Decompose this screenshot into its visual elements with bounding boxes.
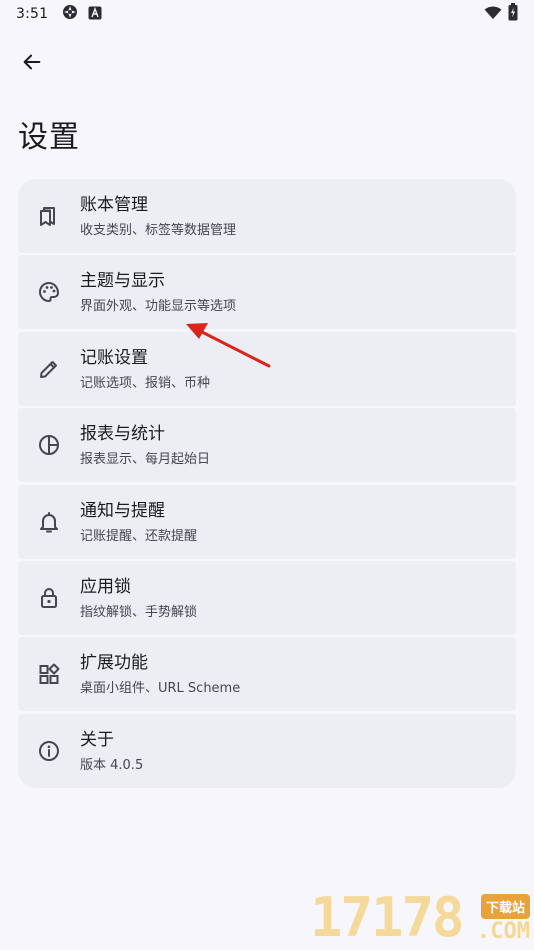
settings-item-title: 关于 (80, 729, 114, 750)
bell-icon (37, 510, 61, 534)
status-system-icons (484, 3, 518, 25)
settings-item-title: 扩展功能 (80, 653, 148, 674)
page-title: 设置 (18, 120, 80, 155)
arrow-back-icon (21, 51, 43, 77)
widgets-icon (37, 662, 61, 686)
settings-item-ledger[interactable]: 账本管理 收支类别、标签等数据管理 (18, 179, 516, 253)
lock-icon (37, 586, 61, 610)
info-icon (37, 739, 61, 763)
settings-item-title: 主题与显示 (80, 271, 165, 292)
settings-item-title: 账本管理 (80, 195, 148, 215)
palette-icon (37, 280, 61, 304)
pie-chart-icon (37, 433, 61, 457)
wifi-icon (484, 5, 502, 24)
settings-item-subtitle: 收支类别、标签等数据管理 (80, 223, 237, 238)
watermark-digits: 17178 (310, 886, 465, 949)
app-notification-icon (62, 4, 78, 24)
settings-item-subtitle: 记账选项、报销、币种 (80, 375, 211, 391)
watermark-suffix: .COM (477, 919, 530, 944)
settings-item-about[interactable]: 关于 版本 4.0.5 (18, 713, 516, 788)
settings-item-extensions[interactable]: 扩展功能 桌面小组件、URL Scheme (18, 637, 516, 712)
settings-item-notifications[interactable]: 通知与提醒 记账提醒、还款提醒 (18, 484, 516, 559)
watermark-badge: 下载站 (480, 894, 530, 919)
font-notification-icon (88, 5, 102, 24)
settings-item-subtitle: 桌面小组件、URL Scheme (80, 681, 241, 697)
settings-item-theme[interactable]: 主题与显示 界面外观、功能显示等选项 (18, 255, 516, 330)
settings-item-subtitle: 报表显示、每月起始日 (80, 452, 211, 468)
status-bar: 3:51 (0, 0, 534, 28)
settings-item-reports[interactable]: 报表与统计 报表显示、每月起始日 (18, 408, 516, 483)
settings-item-bookkeeping[interactable]: 记账设置 记账选项、报销、币种 (18, 331, 516, 406)
status-time: 3:51 (16, 6, 49, 22)
settings-item-title: 通知与提醒 (80, 500, 165, 521)
settings-item-subtitle: 指纹解锁、手势解锁 (80, 604, 198, 620)
settings-item-subtitle: 记账提醒、还款提醒 (80, 528, 198, 544)
watermark-logo: 17178 下载站 .COM (310, 886, 534, 950)
settings-item-title: 记账设置 (80, 347, 148, 368)
book-icon (37, 204, 61, 228)
settings-item-title: 应用锁 (80, 576, 131, 597)
back-button[interactable] (14, 46, 50, 82)
pencil-icon (37, 357, 61, 381)
battery-icon (508, 3, 518, 25)
settings-list: 账本管理 收支类别、标签等数据管理 主题与显示 界面外观、功能显示等选项 记账设… (18, 179, 516, 790)
settings-item-subtitle: 界面外观、功能显示等选项 (80, 299, 237, 315)
settings-item-title: 报表与统计 (80, 424, 165, 445)
settings-item-app-lock[interactable]: 应用锁 指纹解锁、手势解锁 (18, 560, 516, 635)
settings-item-subtitle: 版本 4.0.5 (80, 757, 144, 773)
status-notification-icons (62, 4, 102, 24)
